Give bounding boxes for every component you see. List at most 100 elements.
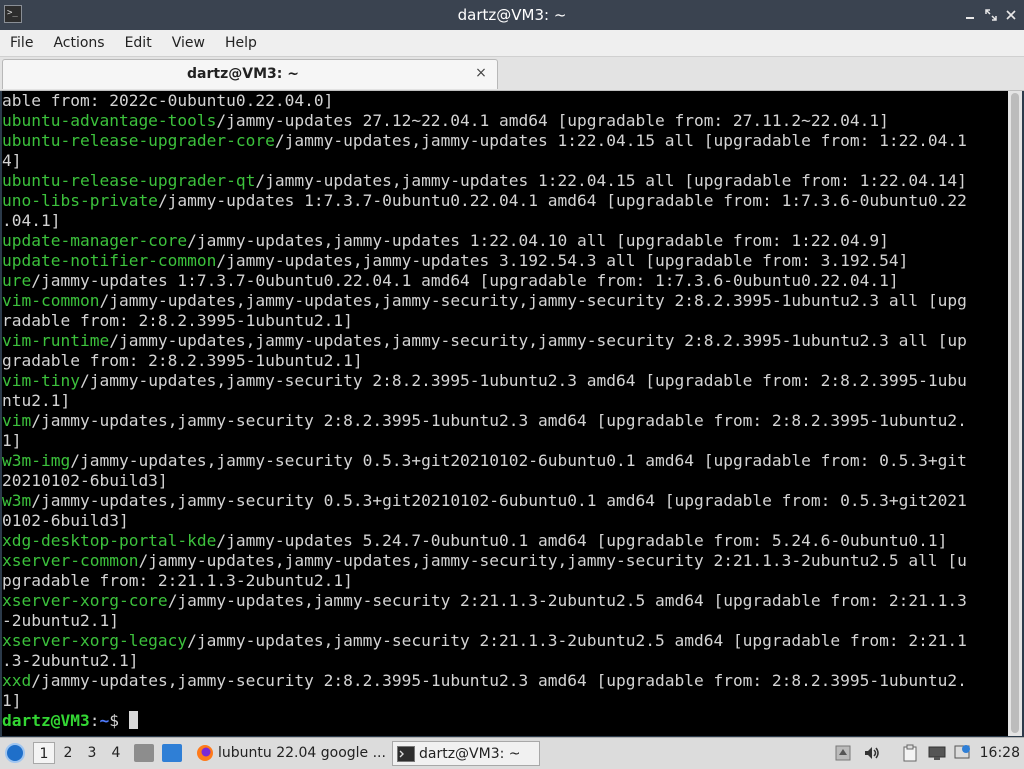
terminal-line: w3m-img/jammy-updates,jammy-security 0.5… <box>2 451 1008 471</box>
package-name: xdg-desktop-portal-kde <box>2 531 217 550</box>
package-details: .04.1] <box>2 211 61 230</box>
notification-icon[interactable] <box>954 744 972 762</box>
network-icon[interactable] <box>928 744 946 762</box>
task-terminal-label: dartz@VM3: ~ <box>419 746 521 762</box>
terminal-line: update-notifier-common/jammy-updates,jam… <box>2 251 1008 271</box>
package-details: /jammy-updates,jammy-security 2:8.2.3995… <box>79 371 967 390</box>
show-desktop-icon[interactable] <box>162 744 182 762</box>
package-details: /jammy-updates,jammy-security 2:21.1.3-2… <box>187 631 967 650</box>
clock[interactable]: 16:28 <box>980 738 1020 769</box>
package-name: ure <box>2 271 32 290</box>
terminal-line: able from: 2022c-0ubuntu0.22.04.0] <box>2 91 1008 111</box>
package-details: 1] <box>2 431 22 450</box>
package-details: radable from: 2:8.2.3995-1ubuntu2.1] <box>2 311 353 330</box>
terminal-line: 0102-6build3] <box>2 511 1008 531</box>
prompt-path: ~ <box>99 711 110 730</box>
package-details: -2ubuntu2.1] <box>2 611 119 630</box>
terminal-line: ubuntu-advantage-tools/jammy-updates 27.… <box>2 111 1008 131</box>
task-terminal[interactable]: dartz@VM3: ~ <box>392 741 540 766</box>
workspace-4[interactable]: 4 <box>105 742 127 764</box>
task-firefox-label: lubuntu 22.04 google ... <box>218 745 386 761</box>
package-name: vim-runtime <box>2 331 110 350</box>
maximize-icon[interactable] <box>981 5 1001 25</box>
workspace-3[interactable]: 3 <box>81 742 103 764</box>
lubuntu-start-icon[interactable] <box>5 743 25 763</box>
terminal-line: xserver-xorg-legacy/jammy-updates,jammy-… <box>2 631 1008 651</box>
package-details: /jammy-updates,jammy-updates,jammy-secur… <box>109 331 967 350</box>
package-name: vim <box>2 411 32 430</box>
package-details: 20210102-6build3] <box>2 471 168 490</box>
package-details: /jammy-updates,jammy-security 2:8.2.3995… <box>31 671 967 690</box>
terminal-line: radable from: 2:8.2.3995-1ubuntu2.1] <box>2 311 1008 331</box>
package-name: ubuntu-release-upgrader-core <box>2 131 275 150</box>
terminal-line: ure/jammy-updates 1:7.3.7-0ubuntu0.22.04… <box>2 271 1008 291</box>
scrollbar-thumb[interactable] <box>1011 93 1019 733</box>
volume-icon[interactable] <box>863 744 881 762</box>
terminal-line: 1] <box>2 431 1008 451</box>
package-details: /jammy-updates,jammy-updates,jammy-secur… <box>99 291 967 310</box>
terminal-line: ntu2.1] <box>2 391 1008 411</box>
close-window-icon[interactable] <box>1001 5 1021 25</box>
terminal-line: 4] <box>2 151 1008 171</box>
window-titlebar: >_ dartz@VM3: ~ <box>0 0 1024 30</box>
terminal-line: -2ubuntu2.1] <box>2 611 1008 631</box>
package-details: /jammy-updates,jammy-updates 1:22.04.15 … <box>255 171 967 190</box>
task-firefox[interactable]: lubuntu 22.04 google ... <box>192 741 388 766</box>
update-notifier-icon[interactable] <box>834 744 852 762</box>
taskbar: 1 2 3 4 lubuntu 22.04 google ... dartz@V… <box>0 737 1024 769</box>
menu-help[interactable]: Help <box>215 30 267 56</box>
prompt-separator: : <box>89 711 100 730</box>
package-name: update-notifier-common <box>2 251 217 270</box>
clipboard-icon[interactable] <box>901 744 919 762</box>
prompt-user-host: dartz@VM3 <box>2 711 90 730</box>
tab-close-icon[interactable]: × <box>473 65 489 81</box>
terminal-cursor <box>128 711 138 729</box>
package-details: /jammy-updates,jammy-security 2:8.2.3995… <box>31 411 967 430</box>
package-details: pgradable from: 2:21.1.3-2ubuntu2.1] <box>2 571 353 590</box>
package-details: /jammy-updates 1:7.3.7-0ubuntu0.22.04.1 … <box>157 191 967 210</box>
menu-actions[interactable]: Actions <box>43 30 114 56</box>
terminal-line: vim-runtime/jammy-updates,jammy-updates,… <box>2 331 1008 351</box>
package-name: xxd <box>2 671 32 690</box>
package-details: /jammy-updates 5.24.7-0ubuntu0.1 amd64 [… <box>216 531 948 550</box>
terminal-line: vim-common/jammy-updates,jammy-updates,j… <box>2 291 1008 311</box>
minimize-icon[interactable] <box>960 5 980 25</box>
tab-terminal[interactable]: dartz@VM3: ~ × <box>2 59 498 89</box>
package-details: /jammy-updates,jammy-security 0.5.3+git2… <box>70 451 967 470</box>
window-title: dartz@VM3: ~ <box>457 6 567 24</box>
menu-view[interactable]: View <box>162 30 215 56</box>
firefox-icon <box>197 745 213 761</box>
terminal-line: w3m/jammy-updates,jammy-security 0.5.3+g… <box>2 491 1008 511</box>
package-details: 1] <box>2 691 22 710</box>
package-details: /jammy-updates,jammy-updates,jammy-secur… <box>138 551 967 570</box>
terminal-output[interactable]: able from: 2022c-0ubuntu0.22.04.0] ubuntu… <box>2 91 1008 736</box>
workspace-1[interactable]: 1 <box>33 742 55 764</box>
terminal-scrollbar[interactable] <box>1008 91 1022 736</box>
terminal-line: .3-2ubuntu2.1] <box>2 651 1008 671</box>
package-details: /jammy-updates 27.12~22.04.1 amd64 [upgr… <box>216 111 889 130</box>
package-details: /jammy-updates,jammy-security 2:21.1.3-2… <box>167 591 967 610</box>
package-name: ubuntu-advantage-tools <box>2 111 217 130</box>
terminal-icon <box>397 746 415 762</box>
terminal-line: pgradable from: 2:21.1.3-2ubuntu2.1] <box>2 571 1008 591</box>
package-name: w3m <box>2 491 32 510</box>
menu-file[interactable]: File <box>0 30 43 56</box>
package-name: update-manager-core <box>2 231 188 250</box>
package-name: xserver-xorg-core <box>2 591 168 610</box>
terminal-line: xdg-desktop-portal-kde/jammy-updates 5.2… <box>2 531 1008 551</box>
workspace-2[interactable]: 2 <box>57 742 79 764</box>
package-name: w3m-img <box>2 451 71 470</box>
package-name: xserver-xorg-legacy <box>2 631 188 650</box>
package-details: gradable from: 2:8.2.3995-1ubuntu2.1] <box>2 351 363 370</box>
file-manager-icon[interactable] <box>134 744 154 762</box>
prompt-line[interactable]: dartz@VM3:~$ <box>2 711 1008 731</box>
terminal-line: gradable from: 2:8.2.3995-1ubuntu2.1] <box>2 351 1008 371</box>
package-name: xserver-common <box>2 551 139 570</box>
package-details: 0102-6build3] <box>2 511 129 530</box>
prompt-symbol: $ <box>109 711 129 730</box>
package-name: vim-common <box>2 291 100 310</box>
terminal-line: update-manager-core/jammy-updates,jammy-… <box>2 231 1008 251</box>
terminal-line: ubuntu-release-upgrader-qt/jammy-updates… <box>2 171 1008 191</box>
terminal-line: .04.1] <box>2 211 1008 231</box>
menu-edit[interactable]: Edit <box>115 30 162 56</box>
